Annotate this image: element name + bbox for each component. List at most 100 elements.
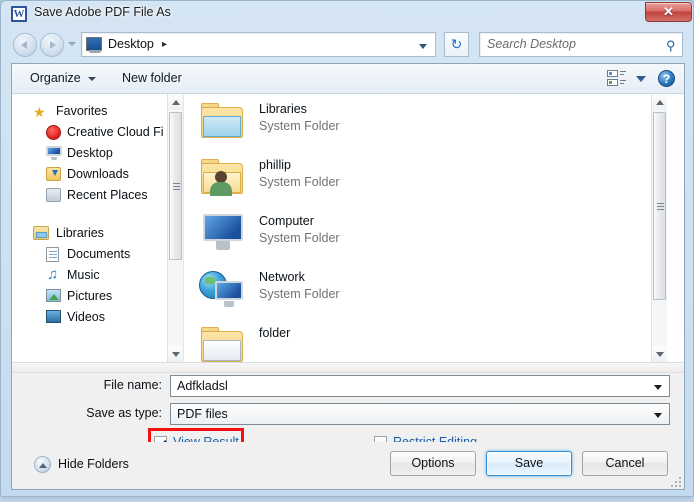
sidebar-group-favorites[interactable]: ★ Favorites [33, 102, 183, 123]
cancel-button[interactable]: Cancel [582, 451, 668, 476]
list-item[interactable]: Computer System Folder [199, 208, 639, 264]
explorer-content: ★ Favorites Creative Cloud Fi Desktop Do… [12, 94, 684, 362]
list-item-subtitle: System Folder [259, 119, 340, 133]
view-mode-icon[interactable] [607, 70, 626, 87]
save-button[interactable]: Save [486, 451, 572, 476]
list-item-name: Network [259, 270, 305, 284]
sidebar-item-label: Desktop [67, 146, 113, 160]
list-item-name: folder [259, 326, 291, 340]
back-button[interactable] [13, 33, 37, 57]
file-name-value: Adfkladsl [177, 379, 228, 393]
breadcrumb-desktop[interactable]: Desktop [108, 37, 154, 51]
sidebar-group-label: Libraries [56, 226, 104, 240]
pictures-icon [46, 289, 61, 302]
sidebar-scrollbar-thumb[interactable] [169, 112, 182, 260]
list-item-name: Computer [259, 214, 314, 228]
view-mode-chevron-down-icon[interactable] [636, 76, 646, 82]
explorer-toolbar: Organize New folder ? [12, 64, 684, 94]
sidebar-group-libraries[interactable]: Libraries [33, 224, 183, 245]
scroll-up-icon[interactable] [652, 94, 667, 110]
search-icon: ⚲ [666, 38, 676, 53]
refresh-button[interactable]: ↻ [444, 32, 469, 57]
sidebar-item-documents[interactable]: Documents [46, 245, 183, 266]
list-item-subtitle: System Folder [259, 231, 340, 245]
list-item[interactable]: Network System Folder [199, 264, 639, 320]
navigation-pane: ★ Favorites Creative Cloud Fi Desktop Do… [12, 94, 184, 362]
sidebar-item-videos[interactable]: Videos [46, 308, 183, 329]
title-bar: W Save Adobe PDF File As ✕ [1, 1, 694, 28]
hide-folders-label: Hide Folders [58, 457, 129, 471]
explorer-panel: Organize New folder ? ★ Favorites Creati… [11, 63, 685, 490]
videos-icon [46, 310, 61, 323]
file-list-scrollbar-thumb[interactable] [653, 112, 666, 300]
sidebar-item-desktop[interactable]: Desktop [46, 144, 183, 165]
save-as-type-value: PDF files [177, 407, 228, 421]
list-item-subtitle: System Folder [259, 287, 340, 301]
save-as-type-label: Save as type: [86, 406, 162, 420]
sidebar-item-downloads[interactable]: Downloads [46, 165, 183, 186]
user-folder-icon [199, 155, 247, 199]
scroll-down-icon[interactable] [168, 346, 183, 362]
recent-places-icon [46, 188, 61, 202]
forward-arrow-icon [50, 41, 56, 49]
desktop-icon [46, 146, 62, 160]
details-pane [12, 362, 684, 372]
music-icon: ♫ [47, 266, 59, 283]
file-list-scrollbar[interactable] [651, 94, 667, 362]
organize-chevron-down-icon[interactable] [88, 77, 96, 81]
collapse-up-icon [34, 456, 51, 473]
sidebar-item-label: Recent Places [67, 188, 148, 202]
sidebar-item-label: Music [67, 268, 100, 282]
forward-button[interactable] [40, 33, 64, 57]
file-name-chevron-down-icon[interactable] [654, 385, 662, 390]
sidebar-item-pictures[interactable]: Pictures [46, 287, 183, 308]
organize-button[interactable]: Organize [30, 71, 81, 85]
sidebar-item-recent-places[interactable]: Recent Places [46, 186, 183, 207]
scroll-down-icon[interactable] [652, 346, 667, 362]
save-as-type-select[interactable]: PDF files [170, 403, 670, 425]
list-item[interactable]: phillip System Folder [199, 152, 639, 208]
list-item-name: Libraries [259, 102, 307, 116]
save-as-type-chevron-down-icon[interactable] [654, 413, 662, 418]
sidebar-item-label: Documents [67, 247, 131, 261]
star-icon: ★ [33, 104, 46, 120]
desktop-icon [86, 37, 102, 53]
new-folder-button[interactable]: New folder [122, 71, 182, 85]
list-item[interactable]: Libraries System Folder [199, 96, 639, 152]
word-icon: W [11, 6, 27, 22]
search-box[interactable]: Search Desktop ⚲ [479, 32, 683, 57]
file-name-label: File name: [103, 378, 162, 392]
file-name-input[interactable]: Adfkladsl [170, 375, 670, 397]
network-icon [199, 267, 247, 311]
list-item-subtitle: System Folder [259, 175, 340, 189]
sidebar-scrollbar[interactable] [167, 94, 183, 362]
window-title: Save Adobe PDF File As [34, 5, 171, 19]
downloads-icon [46, 167, 61, 181]
close-button[interactable]: ✕ [645, 2, 692, 22]
list-item[interactable]: folder [199, 320, 639, 362]
help-button[interactable]: ? [658, 70, 675, 87]
back-arrow-icon [21, 41, 27, 49]
computer-icon [203, 214, 243, 250]
dialog-footer: Hide Folders Options Save Cancel [12, 442, 684, 489]
scroll-up-icon[interactable] [168, 94, 183, 110]
history-dropdown-icon[interactable] [68, 42, 76, 46]
documents-icon [46, 247, 59, 262]
file-list[interactable]: Libraries System Folder phillip System F… [185, 94, 667, 362]
resize-grip[interactable] [670, 476, 681, 487]
sidebar-item-label: Creative Cloud Fi [67, 125, 164, 139]
sidebar-item-music[interactable]: ♫ Music [46, 266, 183, 287]
search-input[interactable]: Search Desktop [487, 37, 576, 51]
sidebar-group-label: Favorites [56, 104, 108, 118]
address-bar[interactable]: Desktop ▸ [81, 32, 436, 57]
navigation-bar: Desktop ▸ ↻ Search Desktop ⚲ [1, 29, 694, 61]
sidebar-item-creative-cloud[interactable]: Creative Cloud Fi [46, 123, 183, 144]
sidebar-item-label: Pictures [67, 289, 113, 303]
breadcrumb-separator[interactable]: ▸ [162, 39, 167, 50]
address-chevron-down-icon[interactable] [419, 44, 427, 49]
sidebar-item-label: Videos [67, 310, 105, 324]
dialog-window: W Save Adobe PDF File As ✕ Desktop ▸ ↻ S… [0, 0, 694, 497]
options-button[interactable]: Options [390, 451, 476, 476]
creative-cloud-icon [46, 125, 61, 140]
folder-icon [199, 323, 247, 362]
